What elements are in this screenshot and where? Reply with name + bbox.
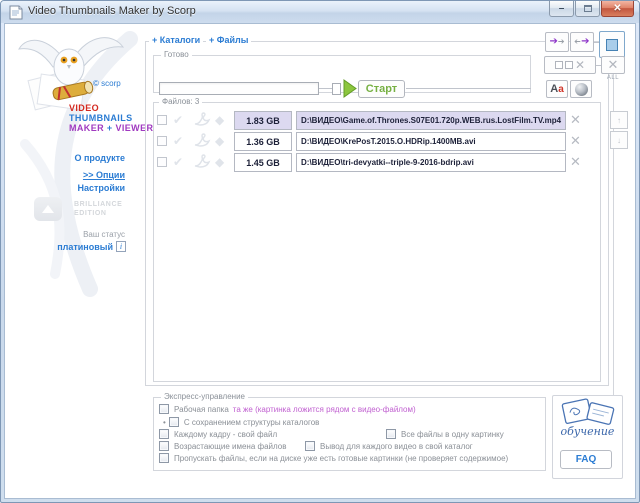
status-label: Ваш статус bbox=[1, 230, 125, 239]
row-checkbox[interactable] bbox=[157, 157, 167, 167]
connector-node bbox=[332, 83, 341, 95]
swan-icon[interactable] bbox=[192, 153, 212, 170]
file-path[interactable]: D:\ВИДЕО\tri-devyatki--triple-9-2016-bdr… bbox=[296, 153, 566, 172]
app-window: Video Thumbnails Maker by Scorp – ✕ bbox=[0, 0, 640, 503]
x-icon: ✕ bbox=[575, 59, 585, 71]
increment-names-checkbox[interactable] bbox=[159, 441, 169, 451]
progress-bar bbox=[159, 82, 319, 95]
minimize-button[interactable]: – bbox=[549, 1, 574, 17]
file-size[interactable]: 1.83 GB bbox=[234, 111, 292, 130]
files-count-label: Файлов: 3 bbox=[159, 97, 202, 107]
row-checkbox[interactable] bbox=[157, 115, 167, 125]
swan-icon[interactable] bbox=[192, 111, 212, 128]
express-row-own-folder: Вывод для каждого видео в свой каталог bbox=[305, 441, 473, 451]
theme-button[interactable] bbox=[570, 80, 592, 98]
add-files-link: + Файлы bbox=[206, 35, 251, 45]
owl-logo bbox=[13, 27, 131, 113]
credit-link[interactable]: © scorp bbox=[93, 79, 121, 88]
file-size[interactable]: 1.36 GB bbox=[234, 132, 292, 151]
remove-all-button[interactable]: ✕ bbox=[601, 56, 625, 74]
bullet-icon: • bbox=[163, 418, 166, 427]
add-folders-link: + Каталоги bbox=[149, 35, 203, 45]
edition-icon bbox=[34, 197, 62, 221]
move-up-button[interactable]: ↑ bbox=[610, 111, 628, 129]
diamond-icon[interactable]: ◆ bbox=[215, 113, 224, 127]
file-path[interactable]: D:\ВИДЕО\KrePosT.2015.O.HDRip.1400MB.avi bbox=[296, 132, 566, 151]
maximize-button[interactable] bbox=[575, 1, 600, 17]
structure-checkbox[interactable] bbox=[169, 417, 179, 427]
express-row-skip-files: Пропускать файлы, если на диске уже есть… bbox=[159, 453, 508, 463]
triangle-icon bbox=[42, 205, 54, 213]
connector-line-2 bbox=[406, 88, 531, 89]
connector-line bbox=[319, 88, 332, 89]
each-frame-checkbox[interactable] bbox=[159, 429, 169, 439]
express-row-workfolder: Рабочая папка та же (картинка ложится ря… bbox=[159, 404, 416, 414]
square-icon bbox=[555, 61, 563, 69]
window-title: Video Thumbnails Maker by Scorp bbox=[28, 5, 196, 17]
training-icon[interactable] bbox=[558, 397, 616, 427]
play-icon[interactable] bbox=[343, 79, 357, 99]
logo-maker-viewer: MAKER + VIEWER bbox=[69, 123, 153, 133]
logo-video: VIDEO bbox=[69, 103, 99, 113]
remove-file-button[interactable]: ✕ bbox=[570, 114, 581, 127]
edition-line2: EDITION bbox=[74, 210, 107, 217]
font-settings-button[interactable]: Aa bbox=[546, 80, 568, 98]
ready-label: Готово bbox=[161, 50, 192, 60]
increment-names-label: Возрастающие имена файлов bbox=[174, 442, 286, 451]
each-frame-label: Каждому кадру - свой файл bbox=[174, 430, 277, 439]
remove-file-button[interactable]: ✕ bbox=[570, 156, 581, 169]
check-icon[interactable]: ✔ bbox=[173, 155, 183, 169]
send-to-list-button[interactable]: ➔➔ bbox=[545, 32, 569, 52]
diamond-icon[interactable]: ◆ bbox=[215, 134, 224, 148]
sphere-icon bbox=[575, 83, 588, 96]
status-value: платиновый bbox=[1, 242, 113, 252]
info-icon[interactable]: i bbox=[116, 241, 126, 252]
x-icon: ✕ bbox=[608, 59, 619, 72]
edition-line1: BRILLIANCE bbox=[74, 201, 122, 208]
skip-files-label: Пропускать файлы, если на диске уже есть… bbox=[174, 454, 508, 463]
row-checkbox[interactable] bbox=[157, 136, 167, 146]
sidebar-item-about[interactable]: О продукте bbox=[1, 153, 125, 163]
own-folder-label: Вывод для каждого видео в свой каталог bbox=[320, 442, 473, 451]
exchange-button[interactable]: ➔➔ bbox=[570, 32, 594, 52]
workfolder-value[interactable]: та же (картинка ложится рядом с видео-фа… bbox=[233, 405, 416, 414]
training-link[interactable]: обучение bbox=[552, 425, 623, 438]
clear-selection-button[interactable]: ✕ bbox=[544, 56, 596, 74]
sidebar-item-options[interactable]: >> Опции bbox=[1, 170, 125, 180]
app-icon bbox=[9, 5, 23, 20]
maximize-icon bbox=[584, 5, 592, 12]
sidebar-item-settings[interactable]: Настройки bbox=[1, 183, 125, 193]
remove-file-button[interactable]: ✕ bbox=[570, 135, 581, 148]
express-row-increment-names: Возрастающие имена файлов bbox=[159, 441, 286, 451]
own-folder-checkbox[interactable] bbox=[305, 441, 315, 451]
check-icon[interactable]: ✔ bbox=[173, 113, 183, 127]
move-down-button[interactable]: ↓ bbox=[610, 131, 628, 149]
structure-label: С сохранением структуры каталогов bbox=[184, 418, 320, 427]
express-row-one-image: Все файлы в одну картинку bbox=[386, 429, 504, 439]
panel-view-button[interactable] bbox=[599, 31, 625, 58]
square-icon bbox=[565, 61, 573, 69]
title-bar[interactable]: Video Thumbnails Maker by Scorp – ✕ bbox=[1, 1, 639, 23]
check-icon[interactable]: ✔ bbox=[173, 134, 183, 148]
workfolder-label: Рабочая папка bbox=[174, 405, 229, 414]
file-path[interactable]: D:\ВИДЕО\Game.of.Thrones.S07E01.720p.WEB… bbox=[296, 111, 566, 130]
skip-files-checkbox[interactable] bbox=[159, 453, 169, 463]
faq-button[interactable]: FAQ bbox=[560, 450, 612, 469]
close-button[interactable]: ✕ bbox=[601, 1, 634, 17]
logo-thumbnails: THUMBNAILS bbox=[69, 113, 133, 123]
one-image-checkbox[interactable] bbox=[386, 429, 396, 439]
one-image-label: Все файлы в одну картинку bbox=[401, 430, 504, 439]
start-button[interactable]: Старт bbox=[358, 80, 405, 98]
express-label: Экспресс-управление bbox=[161, 392, 248, 402]
swan-icon[interactable] bbox=[192, 132, 212, 149]
file-size[interactable]: 1.45 GB bbox=[234, 153, 292, 172]
diamond-icon[interactable]: ◆ bbox=[215, 155, 224, 169]
right-rail-line bbox=[613, 58, 614, 395]
blue-square-icon bbox=[606, 39, 618, 51]
remove-all-label: ALL bbox=[601, 75, 625, 81]
workfolder-checkbox[interactable] bbox=[159, 404, 169, 414]
express-row-each-frame: Каждому кадру - свой файл bbox=[159, 429, 277, 439]
express-row-structure: • С сохранением структуры каталогов bbox=[163, 417, 319, 427]
